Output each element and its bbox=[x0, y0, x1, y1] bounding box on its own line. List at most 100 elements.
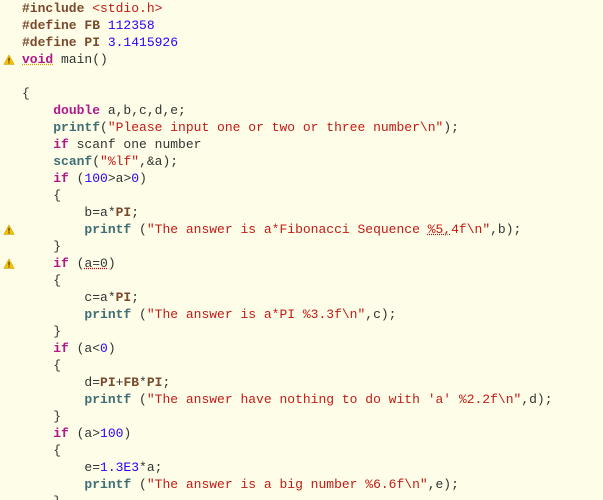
code-line[interactable]: #define PI 3.1415926 bbox=[22, 34, 553, 51]
code-token: (a> bbox=[69, 426, 100, 441]
code-line[interactable]: printf("Please input one or two or three… bbox=[22, 119, 553, 136]
code-token: "%lf" bbox=[100, 154, 139, 169]
code-line[interactable]: e=1.3E3*a; bbox=[22, 459, 553, 476]
code-token: a,b,c,d,e; bbox=[100, 103, 186, 118]
code-line[interactable]: #include <stdio.h> bbox=[22, 0, 553, 17]
code-token: PI bbox=[116, 205, 132, 220]
code-token bbox=[22, 120, 53, 135]
code-token: *a; bbox=[139, 460, 162, 475]
gutter-row bbox=[0, 221, 18, 238]
code-token: "Please input one or two or three number… bbox=[108, 120, 443, 135]
code-line[interactable]: printf ("The answer have nothing to do w… bbox=[22, 391, 553, 408]
code-token: 0 bbox=[131, 171, 139, 186]
gutter-row bbox=[0, 68, 18, 85]
code-line[interactable]: void main() bbox=[22, 51, 553, 68]
code-line[interactable]: printf ("The answer is a*Fibonacci Seque… bbox=[22, 221, 553, 238]
code-line[interactable]: c=a*PI; bbox=[22, 289, 553, 306]
code-line[interactable]: { bbox=[22, 187, 553, 204]
gutter-row bbox=[0, 340, 18, 357]
code-line[interactable]: { bbox=[22, 85, 553, 102]
gutter-row bbox=[0, 425, 18, 442]
code-line[interactable]: double a,b,c,d,e; bbox=[22, 102, 553, 119]
code-token: ,&a); bbox=[139, 154, 178, 169]
code-token: a=0 bbox=[84, 256, 107, 271]
code-line[interactable]: } bbox=[22, 238, 553, 255]
gutter-row bbox=[0, 204, 18, 221]
code-token: ( bbox=[131, 477, 147, 492]
code-area[interactable]: #include <stdio.h>#define FB 112358#defi… bbox=[18, 0, 553, 500]
code-token: { bbox=[22, 443, 61, 458]
code-token bbox=[22, 222, 84, 237]
code-line[interactable]: if (a=0) bbox=[22, 255, 553, 272]
code-token: if bbox=[53, 171, 69, 186]
code-token: PI bbox=[116, 290, 132, 305]
code-line[interactable]: printf ("The answer is a*PI %3.3f\n",c); bbox=[22, 306, 553, 323]
code-token: scanf one number bbox=[69, 137, 202, 152]
code-token: b=a* bbox=[22, 205, 116, 220]
gutter-row bbox=[0, 119, 18, 136]
code-line[interactable]: { bbox=[22, 442, 553, 459]
code-line[interactable]: #define FB 112358 bbox=[22, 17, 553, 34]
code-line[interactable]: } bbox=[22, 493, 553, 500]
gutter-row bbox=[0, 102, 18, 119]
code-token bbox=[22, 137, 53, 152]
code-token: } bbox=[22, 239, 61, 254]
code-token: ( bbox=[69, 171, 85, 186]
gutter-row bbox=[0, 34, 18, 51]
code-token: ; bbox=[131, 205, 139, 220]
code-token: * bbox=[139, 375, 147, 390]
code-token: PI bbox=[84, 35, 107, 50]
code-editor[interactable]: #include <stdio.h>#define FB 112358#defi… bbox=[0, 0, 603, 500]
code-line[interactable]: } bbox=[22, 408, 553, 425]
code-token: } bbox=[22, 409, 61, 424]
warning-icon[interactable] bbox=[3, 258, 15, 270]
code-token: ; bbox=[162, 375, 170, 390]
gutter-row bbox=[0, 476, 18, 493]
code-line[interactable] bbox=[22, 68, 553, 85]
code-token: { bbox=[22, 273, 61, 288]
code-token: #define bbox=[22, 35, 84, 50]
gutter-row bbox=[0, 408, 18, 425]
warning-icon[interactable] bbox=[3, 224, 15, 236]
code-token: <stdio.h> bbox=[92, 1, 162, 16]
code-token: PI bbox=[100, 375, 116, 390]
gutter-row bbox=[0, 136, 18, 153]
code-token: FB bbox=[123, 375, 139, 390]
code-token: } bbox=[22, 324, 61, 339]
code-token: ( bbox=[92, 154, 100, 169]
gutter-row bbox=[0, 323, 18, 340]
code-token: d= bbox=[22, 375, 100, 390]
code-token bbox=[22, 171, 53, 186]
code-token: ) bbox=[123, 426, 131, 441]
code-token: PI bbox=[147, 375, 163, 390]
code-line[interactable]: if (a<0) bbox=[22, 340, 553, 357]
code-token bbox=[22, 154, 53, 169]
code-line[interactable]: d=PI+FB*PI; bbox=[22, 374, 553, 391]
code-line[interactable]: { bbox=[22, 272, 553, 289]
code-token: #define bbox=[22, 18, 84, 33]
code-token: 4f\n" bbox=[451, 222, 490, 237]
code-token: e= bbox=[22, 460, 100, 475]
code-line[interactable]: scanf("%lf",&a); bbox=[22, 153, 553, 170]
code-line[interactable]: } bbox=[22, 323, 553, 340]
warning-icon[interactable] bbox=[3, 54, 15, 66]
code-line[interactable]: if (a>100) bbox=[22, 425, 553, 442]
code-token: %5, bbox=[428, 222, 451, 237]
code-token: printf bbox=[84, 307, 131, 322]
code-token: ) bbox=[108, 341, 116, 356]
code-token: #include bbox=[22, 1, 92, 16]
code-line[interactable]: if scanf one number bbox=[22, 136, 553, 153]
code-token: ,d); bbox=[521, 392, 552, 407]
code-token: { bbox=[22, 86, 30, 101]
code-line[interactable]: b=a*PI; bbox=[22, 204, 553, 221]
code-token: "The answer is a big number %6.6f\n" bbox=[147, 477, 428, 492]
code-token: 100 bbox=[100, 426, 123, 441]
code-line[interactable]: { bbox=[22, 357, 553, 374]
code-line[interactable]: printf ("The answer is a big number %6.6… bbox=[22, 476, 553, 493]
code-token bbox=[22, 477, 84, 492]
code-token: printf bbox=[84, 222, 131, 237]
code-line[interactable]: if (100>a>0) bbox=[22, 170, 553, 187]
code-token: ( bbox=[100, 120, 108, 135]
gutter-row bbox=[0, 0, 18, 17]
gutter-row bbox=[0, 357, 18, 374]
